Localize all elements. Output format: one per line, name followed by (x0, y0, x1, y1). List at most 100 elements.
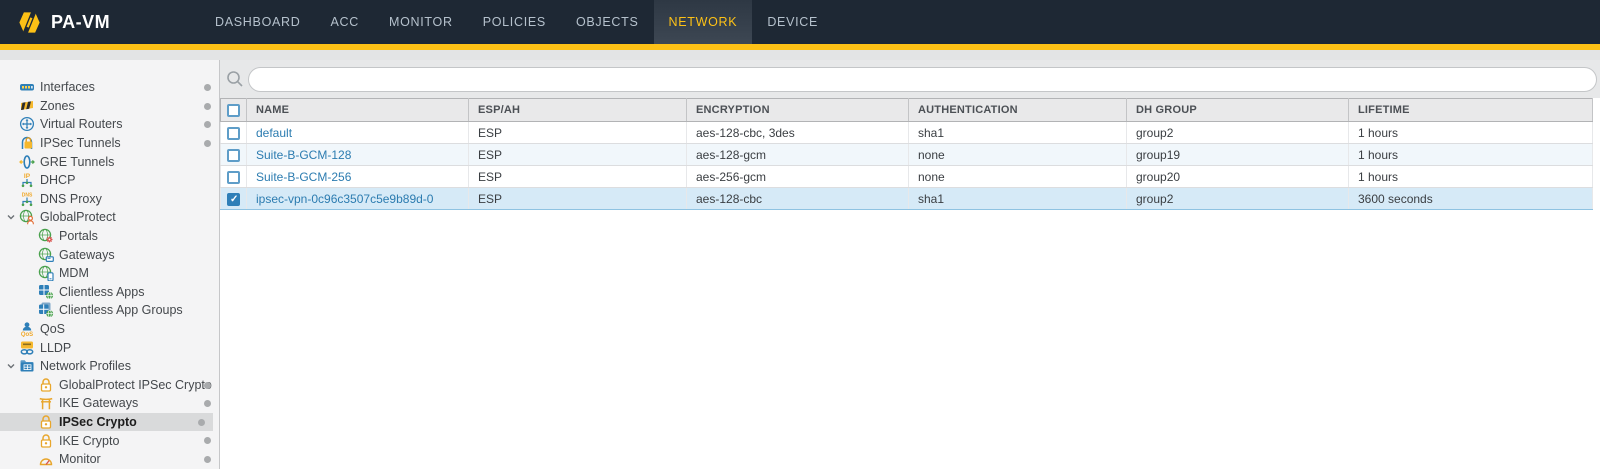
sidebar-item-clientless-app-groups[interactable]: Clientless App Groups (0, 301, 219, 320)
sidebar-item-ike-crypto[interactable]: IKE Crypto (0, 431, 219, 450)
sidebar-item-label: Virtual Routers (40, 117, 122, 131)
brand-name: PA-VM (51, 12, 110, 33)
cell-encryption: aes-128-cbc, 3des (687, 122, 909, 144)
gre-tunnels-icon (19, 154, 35, 170)
dhcp-icon: IP (19, 172, 35, 188)
sidebar-item-globalprotect[interactable]: GlobalProtect (0, 208, 219, 227)
clientless-app-groups-icon (38, 302, 54, 318)
chevron-down-icon[interactable] (3, 361, 19, 371)
sidebar-item-ipsec-crypto[interactable]: IPSec Crypto (0, 413, 213, 432)
cell-name: Suite-B-GCM-256 (247, 166, 469, 188)
sidebar-item-qos[interactable]: QoS QoS (0, 320, 219, 339)
sidebar-item-label: Gateways (59, 248, 115, 262)
sidebar-item-gateways[interactable]: Gateways (0, 245, 219, 264)
cell-authentication: sha1 (909, 188, 1127, 210)
tab-objects[interactable]: OBJECTS (561, 0, 654, 44)
sidebar-item-label: GlobalProtect IPSec Crypto (59, 378, 212, 392)
sidebar-item-dhcp[interactable]: IP DHCP (0, 171, 219, 190)
column-header-lifetime[interactable]: LIFETIME (1349, 99, 1593, 122)
cell-encryption: aes-256-gcm (687, 166, 909, 188)
cell-encryption: aes-128-cbc (687, 188, 909, 210)
profile-name-link[interactable]: default (256, 126, 292, 140)
portals-icon (38, 228, 54, 244)
sidebar-item-label: Portals (59, 229, 98, 243)
sidebar-item-lldp[interactable]: LLDP (0, 338, 219, 357)
tab-device[interactable]: DEVICE (752, 0, 833, 44)
column-header-encryption[interactable]: ENCRYPTION (687, 99, 909, 122)
checkbox-cell (221, 144, 247, 166)
item-dot (204, 140, 211, 147)
chevron-down-icon[interactable] (3, 212, 19, 222)
lock-icon (38, 414, 54, 430)
sidebar-item-label: IPSec Tunnels (40, 136, 121, 150)
tab-policies[interactable]: POLICIES (468, 0, 561, 44)
row-checkbox[interactable] (227, 149, 240, 162)
column-header-esp-ah[interactable]: ESP/AH (469, 99, 687, 122)
header-gap (0, 50, 1600, 60)
network-sidebar: Interfaces Zones Virtual Routers IPSec Tunn… (0, 60, 220, 469)
cell-name: ipsec-vpn-0c96c3507c5e9b89d-0 (247, 188, 469, 210)
cell-name: Suite-B-GCM-128 (247, 144, 469, 166)
search-input[interactable] (248, 67, 1597, 92)
sidebar-item-label: IKE Gateways (59, 396, 138, 410)
sidebar-item-interfaces[interactable]: Interfaces (0, 78, 219, 97)
cell-lifetime: 1 hours (1349, 166, 1593, 188)
tab-acc[interactable]: ACC (315, 0, 374, 44)
column-header-name[interactable]: NAME (247, 99, 469, 122)
main-content: NAMEESP/AHENCRYPTIONAUTHENTICATIONDH GRO… (220, 60, 1600, 469)
sidebar-item-virtual-routers[interactable]: Virtual Routers (0, 115, 219, 134)
sidebar-item-label: Interfaces (40, 80, 95, 94)
search-bar (220, 60, 1600, 98)
table-body: defaultESPaes-128-cbc, 3dessha1group21 h… (221, 122, 1593, 210)
sidebar-item-ipsec-tunnels[interactable]: IPSec Tunnels (0, 134, 219, 153)
sidebar-item-dns-proxy[interactable]: DNSDNS Proxy (0, 190, 219, 209)
item-dot (204, 382, 211, 389)
row-checkbox[interactable] (227, 193, 240, 206)
table-row[interactable]: Suite-B-GCM-128ESPaes-128-gcmnonegroup19… (221, 144, 1593, 166)
table-row[interactable]: defaultESPaes-128-cbc, 3dessha1group21 h… (221, 122, 1593, 144)
select-all-checkbox[interactable] (227, 104, 240, 117)
cell-lifetime: 1 hours (1349, 122, 1593, 144)
row-checkbox[interactable] (227, 171, 240, 184)
sidebar-item-label: DHCP (40, 173, 75, 187)
sidebar-item-mdm[interactable]: MDM (0, 264, 219, 283)
sidebar-item-label: IKE Crypto (59, 434, 119, 448)
globalprotect-icon (19, 209, 35, 225)
sidebar-item-monitor[interactable]: Monitor (0, 450, 219, 469)
tab-monitor[interactable]: MONITOR (374, 0, 468, 44)
cell-encryption: aes-128-gcm (687, 144, 909, 166)
sidebar-item-portals[interactable]: Portals (0, 227, 219, 246)
sidebar-item-label: Zones (40, 99, 75, 113)
sidebar-item-ike-gateways[interactable]: IKE Gateways (0, 394, 219, 413)
table-row[interactable]: ipsec-vpn-0c96c3507c5e9b89d-0 ESPaes-128-… (221, 188, 1593, 210)
nav-tabs: DASHBOARDACCMONITORPOLICIESOBJECTSNETWOR… (200, 0, 833, 44)
svg-text:QoS: QoS (21, 332, 33, 337)
sidebar-item-clientless-apps[interactable]: Clientless Apps (0, 283, 219, 302)
sidebar-item-label: Clientless App Groups (59, 303, 183, 317)
sidebar-item-globalprotect-ipsec-crypto[interactable]: GlobalProtect IPSec Crypto (0, 376, 219, 395)
sidebar-item-gre-tunnels[interactable]: GRE Tunnels (0, 152, 219, 171)
cell-lifetime: 1 hours (1349, 144, 1593, 166)
profile-name-link[interactable]: Suite-B-GCM-128 (256, 148, 351, 162)
ipsec-tunnels-icon (19, 135, 35, 151)
tab-network[interactable]: NETWORK (654, 0, 753, 44)
cell-esp_ah: ESP (469, 188, 687, 210)
brand: PA-VM (0, 0, 200, 44)
tab-dashboard[interactable]: DASHBOARD (200, 0, 315, 44)
item-dot (204, 400, 211, 407)
sidebar-item-zones[interactable]: Zones (0, 97, 219, 116)
item-dot (204, 456, 211, 463)
sidebar-item-label: GlobalProtect (40, 210, 116, 224)
checkbox-cell (221, 188, 247, 210)
column-header-authentication[interactable]: AUTHENTICATION (909, 99, 1127, 122)
checkbox-cell (221, 122, 247, 144)
profile-name-link[interactable]: ipsec-vpn-0c96c3507c5e9b89d-0 (256, 192, 433, 206)
item-dot (204, 437, 211, 444)
sidebar-item-label: QoS (40, 322, 65, 336)
column-header-dh-group[interactable]: DH GROUP (1127, 99, 1349, 122)
profile-name-link[interactable]: Suite-B-GCM-256 (256, 170, 351, 184)
sidebar-item-label: DNS Proxy (40, 192, 102, 206)
table-row[interactable]: Suite-B-GCM-256ESPaes-256-gcmnonegroup20… (221, 166, 1593, 188)
row-checkbox[interactable] (227, 127, 240, 140)
sidebar-item-network-profiles[interactable]: Network Profiles (0, 357, 219, 376)
